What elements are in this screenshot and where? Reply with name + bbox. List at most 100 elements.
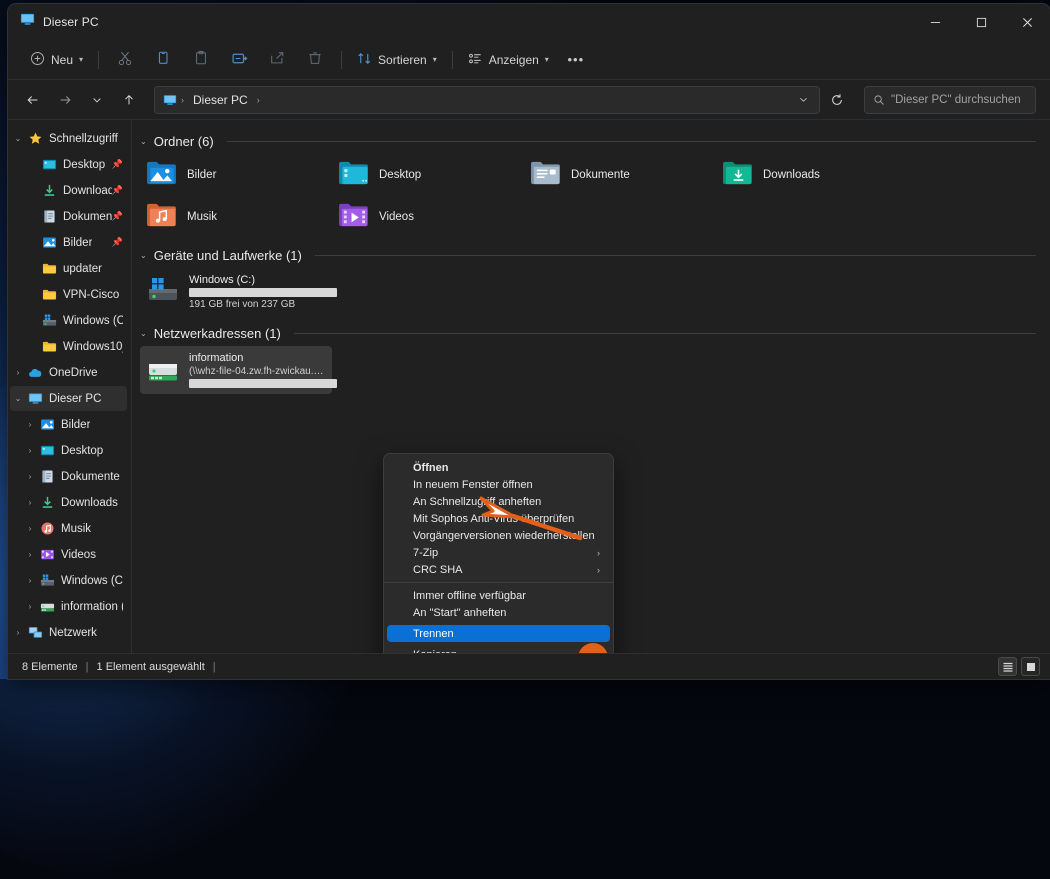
group-header-drives[interactable]: ⌄ Geräte und Laufwerke (1) — [132, 244, 1036, 268]
minimize-button[interactable] — [912, 4, 958, 40]
details-view-icon[interactable] — [998, 657, 1017, 676]
expander-icon[interactable]: › — [10, 629, 26, 637]
expander-icon[interactable]: › — [22, 421, 38, 429]
expander-icon[interactable]: › — [22, 551, 38, 559]
menu-item-in-neuem-fenster-ffnen[interactable]: In neuem Fenster öffnen — [387, 476, 610, 493]
downloads-folder-icon — [722, 160, 753, 191]
view-button[interactable]: Anzeigen ▾ — [460, 45, 557, 75]
sidebar-item-videos[interactable]: ›Videos — [10, 542, 127, 567]
cut-button[interactable] — [106, 45, 144, 75]
delete-button[interactable] — [296, 45, 334, 75]
forward-button[interactable] — [50, 85, 80, 115]
sidebar-item-windows10-edu[interactable]: Windows10_Edu — [10, 334, 127, 359]
expander-icon[interactable]: › — [22, 473, 38, 481]
sidebar-item-onedrive[interactable]: ›OneDrive — [10, 360, 127, 385]
sidebar-item-label: Desktop — [63, 159, 105, 171]
copy-button[interactable] — [144, 45, 182, 75]
folder-tile[interactable]: Desktop — [332, 154, 524, 196]
sidebar-item-dieser-pc[interactable]: ⌄Dieser PC — [10, 386, 127, 411]
breadcrumb-separator-2[interactable]: › — [255, 95, 262, 105]
group-header-network[interactable]: ⌄ Netzwerkadressen (1) — [132, 322, 1036, 346]
search-box[interactable]: "Dieser PC" durchsuchen — [864, 86, 1036, 114]
paste-button[interactable] — [182, 45, 220, 75]
group-title: Ordner (6) — [154, 134, 214, 149]
menu-item-kopieren[interactable]: Kopieren — [387, 646, 610, 653]
group-divider — [227, 141, 1036, 142]
pin-icon[interactable]: 📌 — [112, 211, 123, 222]
menu-item-label: Kopieren — [413, 649, 457, 654]
copy-icon — [155, 50, 171, 69]
back-button[interactable] — [18, 85, 48, 115]
sidebar-item-schnellzugriff[interactable]: ⌄Schnellzugriff — [10, 126, 127, 151]
chevron-down-icon: ▾ — [545, 56, 549, 64]
expander-icon[interactable]: › — [22, 603, 38, 611]
pin-icon[interactable]: 📌 — [112, 185, 123, 196]
sidebar-item-desktop[interactable]: ›Desktop — [10, 438, 127, 463]
breadcrumb[interactable]: › Dieser PC › — [154, 86, 820, 114]
sidebar-item-musik[interactable]: ›Musik — [10, 516, 127, 541]
expander-icon[interactable]: › — [10, 369, 26, 377]
recent-locations-button[interactable] — [82, 85, 112, 115]
sidebar-item-bilder[interactable]: ›Bilder — [10, 412, 127, 437]
sidebar-item-vpn-cisco[interactable]: VPN-Cisco — [10, 282, 127, 307]
refresh-button[interactable] — [822, 85, 852, 115]
rename-button[interactable] — [220, 45, 258, 75]
pin-icon[interactable]: 📌 — [112, 159, 123, 170]
sidebar-item-dokumente[interactable]: ›Dokumente — [10, 464, 127, 489]
folder-tile[interactable]: Videos — [332, 196, 524, 238]
sidebar-item-windows-c[interactable]: ›Windows (C:) — [10, 568, 127, 593]
menu-item-crc-sha[interactable]: CRC SHA› — [387, 561, 610, 578]
close-button[interactable] — [1004, 4, 1050, 40]
sidebar-item-desktop[interactable]: Desktop 📌 — [10, 152, 127, 177]
menu-item-vorg-ngerversionen-wiederherstellen[interactable]: Vorgängerversionen wiederherstellen — [387, 527, 610, 544]
menu-item-immer-offline-verf-gbar[interactable]: Immer offline verfügbar — [387, 587, 610, 604]
sidebar-item-updater[interactable]: updater — [10, 256, 127, 281]
expander-icon[interactable]: ⌄ — [10, 135, 26, 143]
status-divider: | — [86, 661, 89, 673]
expander-icon[interactable]: ⌄ — [10, 395, 26, 403]
status-bar: 8 Elemente | 1 Element ausgewählt | — [8, 653, 1050, 679]
address-dropdown-button[interactable] — [791, 89, 815, 111]
sidebar-item-downloads[interactable]: ›Downloads — [10, 490, 127, 515]
folder-tile[interactable]: Musik — [140, 196, 332, 238]
sidebar-item-downloads[interactable]: Downloads📌 — [10, 178, 127, 203]
expander-icon[interactable]: › — [22, 525, 38, 533]
view-button-label: Anzeigen — [489, 53, 539, 67]
breadcrumb-item[interactable]: Dieser PC — [188, 90, 253, 110]
drive-tile[interactable]: Windows (C:) 191 GB frei von 237 GB — [140, 268, 332, 316]
chevron-down-icon[interactable]: ⌄ — [140, 137, 147, 146]
plus-circle-icon — [30, 51, 45, 69]
menu-item-mit-sophos-anti-virus-berpr-fen[interactable]: Mit Sophos Anti-Virus überprüfen — [387, 510, 610, 527]
sidebar-item-windows-c[interactable]: Windows (C:) — [10, 308, 127, 333]
pin-icon[interactable]: 📌 — [112, 237, 123, 248]
expander-icon[interactable]: › — [22, 499, 38, 507]
more-options-button[interactable]: ••• — [557, 45, 595, 75]
sidebar-item-bilder[interactable]: Bilder📌 — [10, 230, 127, 255]
chevron-down-icon[interactable]: ⌄ — [140, 329, 147, 338]
sidebar-item-information-wh[interactable]: ›information (\\wh — [10, 594, 127, 619]
search-input[interactable]: "Dieser PC" durchsuchen — [891, 94, 1021, 106]
share-icon — [269, 50, 285, 69]
menu-item-an-schnellzugriff-anheften[interactable]: An Schnellzugriff anheften — [387, 493, 610, 510]
folder-tile[interactable]: Downloads — [716, 154, 908, 196]
chevron-down-icon[interactable]: ⌄ — [140, 251, 147, 260]
menu-item-an-start-anheften[interactable]: An "Start" anheften — [387, 604, 610, 621]
new-button[interactable]: Neu ▾ — [22, 45, 91, 75]
sidebar-item-dokumente[interactable]: Dokumente📌 — [10, 204, 127, 229]
network-drive-tile[interactable]: information (\\whz-file-04.zw.fh-zwickau… — [140, 346, 332, 394]
sidebar-item-netzwerk[interactable]: ›Netzwerk — [10, 620, 127, 645]
group-header-folders[interactable]: ⌄ Ordner (6) — [132, 130, 1036, 154]
folder-tile[interactable]: Dokumente — [524, 154, 716, 196]
large-icons-view-icon[interactable] — [1021, 657, 1040, 676]
menu-item-trennen[interactable]: Trennen — [387, 625, 610, 642]
maximize-button[interactable] — [958, 4, 1004, 40]
item-count: 8 Elemente — [22, 661, 78, 673]
folder-tile[interactable]: Bilder — [140, 154, 332, 196]
menu-item-ffnen[interactable]: Öffnen — [387, 459, 610, 476]
sort-button[interactable]: Sortieren ▾ — [349, 45, 445, 75]
up-button[interactable] — [114, 85, 144, 115]
share-button[interactable] — [258, 45, 296, 75]
expander-icon[interactable]: › — [22, 577, 38, 585]
menu-item-7-zip[interactable]: 7-Zip› — [387, 544, 610, 561]
expander-icon[interactable]: › — [22, 447, 38, 455]
